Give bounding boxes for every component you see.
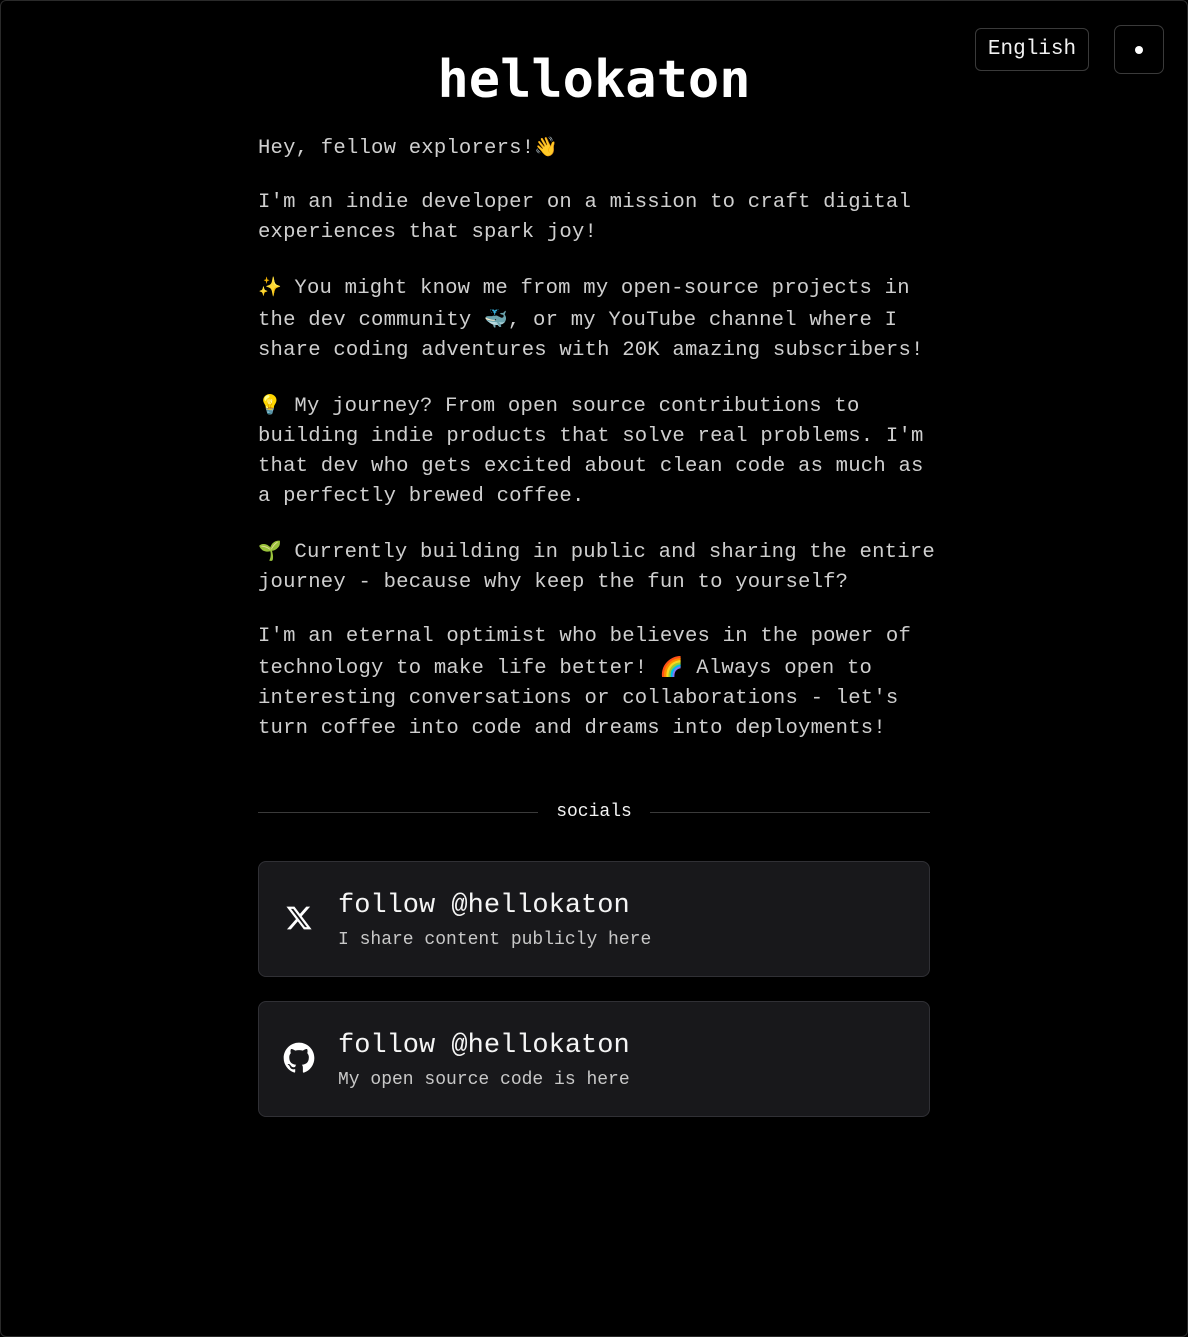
divider-line-left [258, 811, 539, 813]
bio-paragraph-building: 🌱 Currently building in public and shari… [258, 536, 948, 598]
bio-paragraph-mission: I'm an indie developer on a mission to c… [258, 191, 912, 244]
social-card-title: follow @hellokaton [338, 891, 630, 921]
building-text: Currently building in public and sharing… [258, 541, 935, 594]
socials-divider: socials [258, 798, 930, 826]
rainbow-emoji-icon: 🌈 [659, 656, 684, 678]
seedling-emoji-icon: 🌱 [258, 540, 282, 562]
x-logo-icon [283, 902, 315, 934]
sparkles-emoji-icon: ✨ [258, 276, 282, 298]
social-card-subtitle: My open source code is here [338, 1070, 630, 1090]
social-card-github[interactable]: follow @hellokaton My open source code i… [258, 1001, 930, 1117]
waving-hand-emoji-icon: 👋 [534, 136, 559, 158]
bio-paragraph-greeting: Hey, fellow explorers!👋 [258, 132, 948, 164]
site-title: hellokaton [437, 50, 751, 110]
whale-emoji-icon: 🐳 [484, 308, 508, 330]
social-card-x[interactable]: follow @hellokaton I share content publi… [258, 861, 930, 977]
bio-paragraph-projects: ✨ You might know me from my open-source … [258, 272, 948, 366]
socials-heading: socials [556, 802, 632, 822]
bio-paragraph-journey: 💡 My journey? From open source contribut… [258, 390, 948, 512]
lightbulb-emoji-icon: 💡 [258, 394, 282, 416]
github-icon [283, 1042, 315, 1074]
greeting-text: Hey, fellow explorers! [258, 137, 535, 160]
journey-text: My journey? From open source contributio… [258, 395, 924, 508]
social-card-subtitle: I share content publicly here [338, 930, 652, 950]
social-card-title: follow @hellokaton [338, 1031, 630, 1061]
bio-content: Hey, fellow explorers!👋 I'm an indie dev… [258, 132, 948, 768]
divider-line-right [649, 811, 930, 813]
bio-paragraph-optimist: I'm an eternal optimist who believes in … [258, 622, 948, 744]
